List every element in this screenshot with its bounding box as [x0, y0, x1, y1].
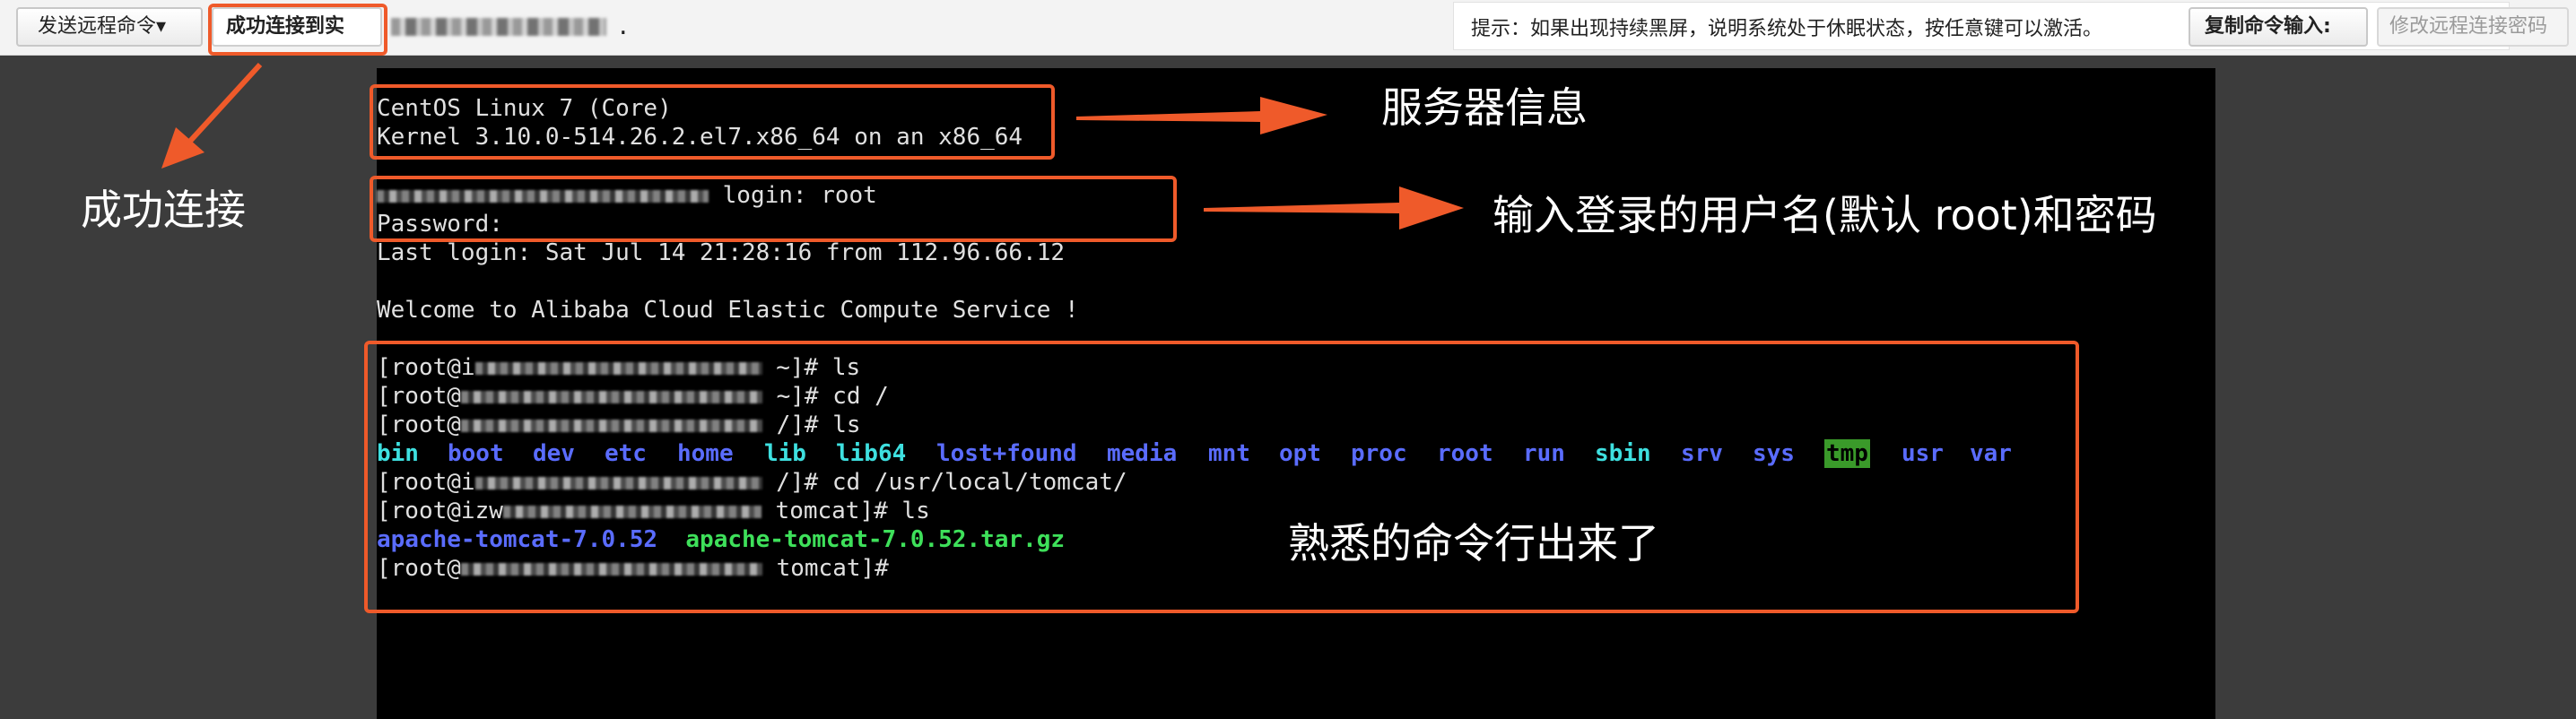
annotation-command-line: 熟悉的命令行出来了: [1288, 519, 1659, 567]
arrow-login: [1204, 186, 1464, 230]
annotation-connected: 成功连接: [81, 186, 246, 234]
arrow-server-info: [1076, 97, 1327, 134]
arrow-connected: [181, 62, 263, 151]
annotation-server-info: 服务器信息: [1381, 83, 1588, 132]
annotation-arrows: [161, 62, 1464, 230]
annotation-login-info: 输入登录的用户名(默认 root)和密码: [1493, 191, 2157, 239]
